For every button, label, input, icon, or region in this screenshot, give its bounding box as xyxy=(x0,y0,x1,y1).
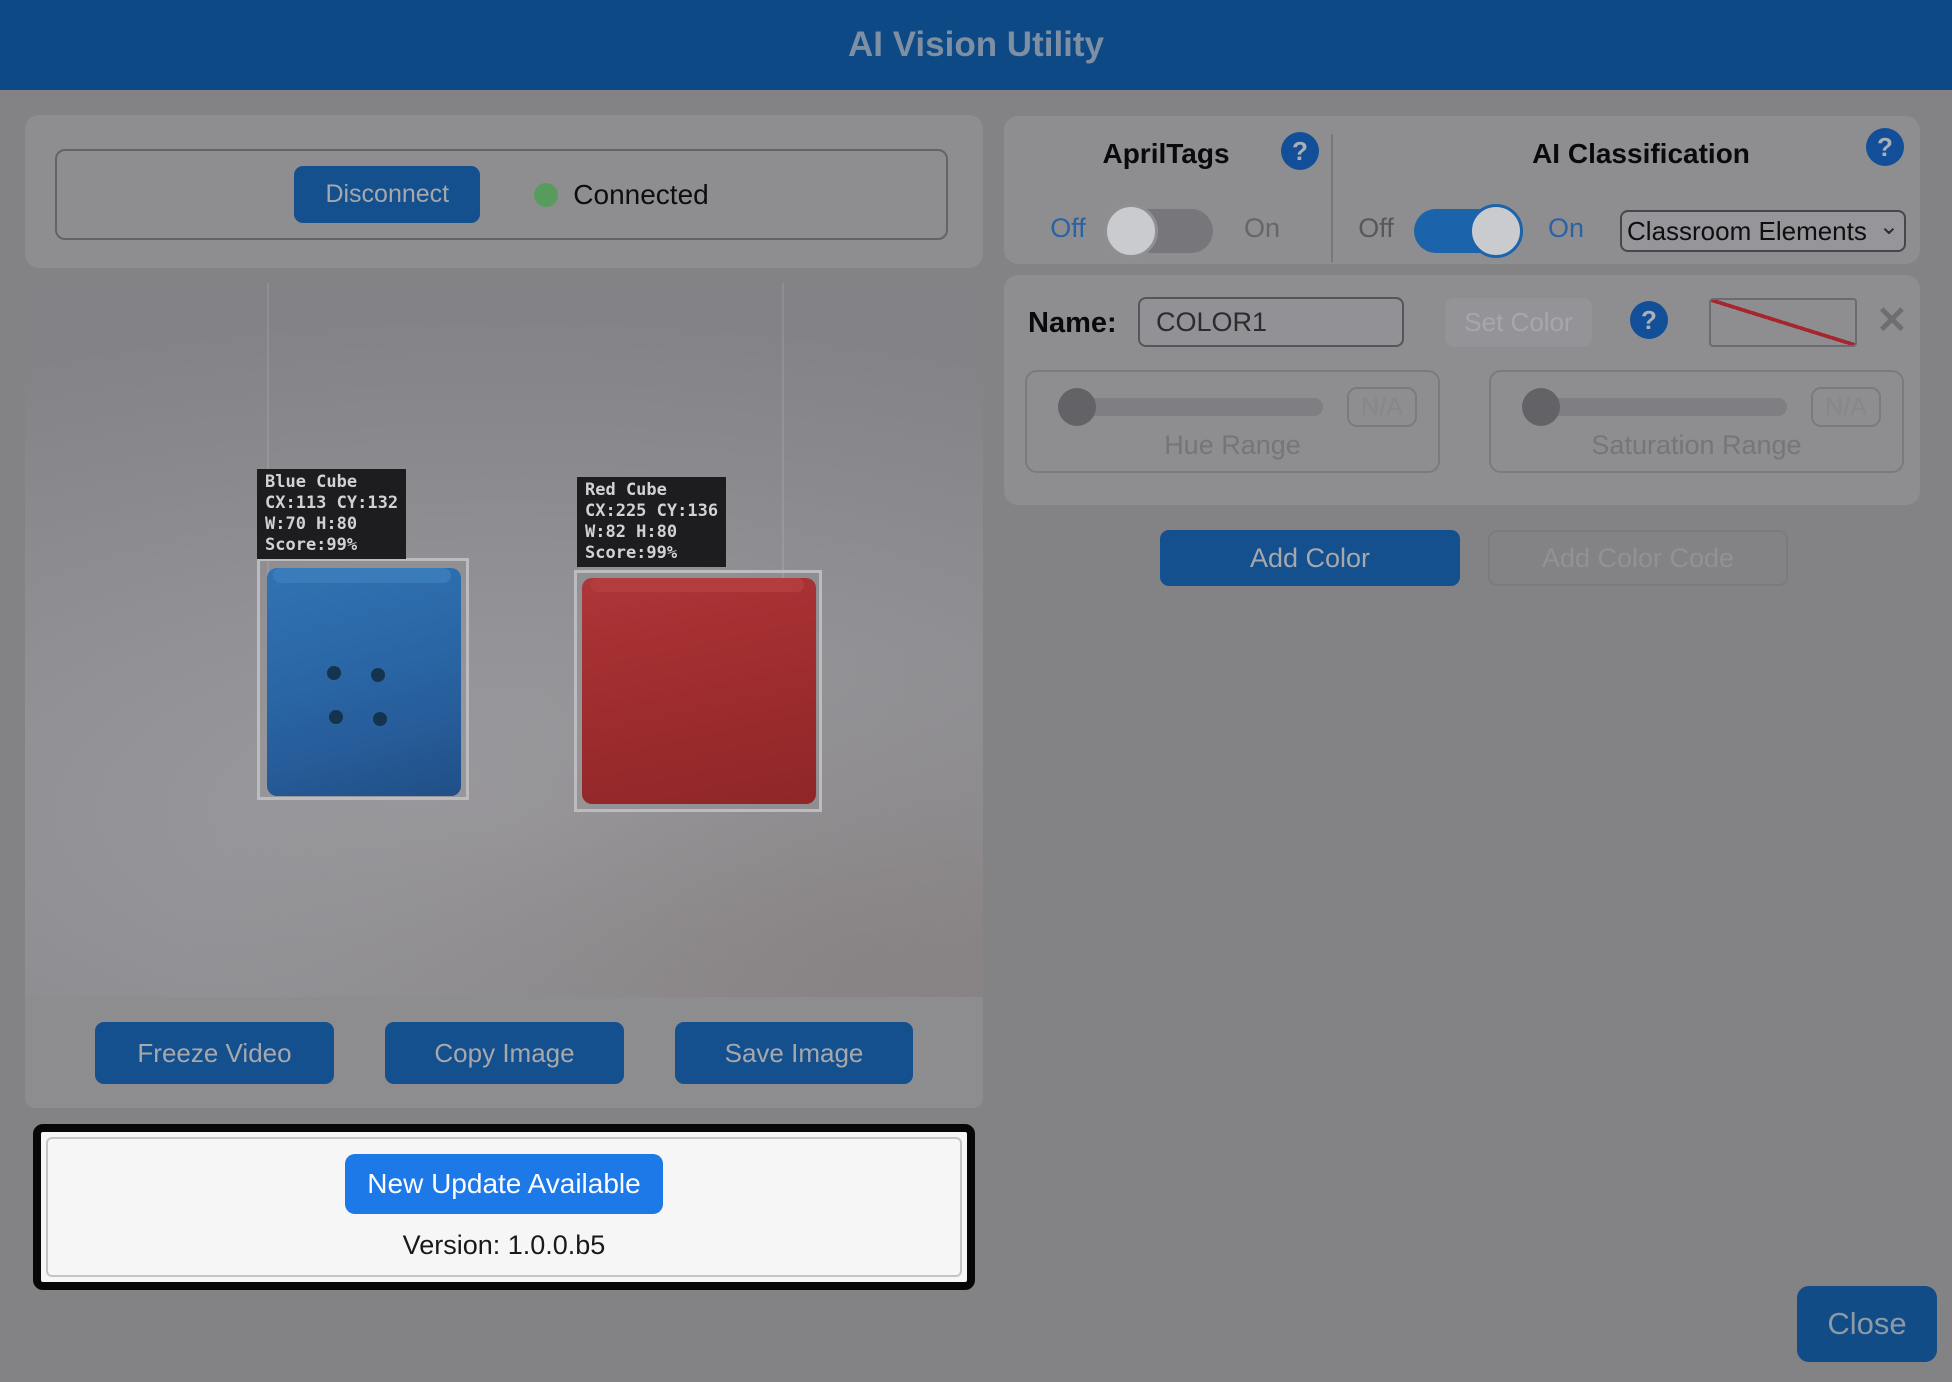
detection-score: Score:99% xyxy=(585,543,718,564)
saturation-value: N/A xyxy=(1811,387,1881,427)
toggle-knob xyxy=(1104,204,1158,258)
detection-center: CX:113 CY:132 xyxy=(265,493,398,514)
detection-size: W:82 H:80 xyxy=(585,522,718,543)
copy-image-button[interactable]: Copy Image xyxy=(385,1022,624,1084)
ai-classification-toggle[interactable] xyxy=(1414,209,1518,253)
detection-class: Blue Cube xyxy=(265,472,398,493)
camera-view[interactable]: Blue Cube CX:113 CY:132 W:70 H:80 Score:… xyxy=(25,283,983,997)
color-help-icon[interactable]: ? xyxy=(1630,301,1668,339)
toggle-knob xyxy=(1469,204,1523,258)
color-swatch[interactable] xyxy=(1709,298,1857,347)
save-image-button[interactable]: Save Image xyxy=(675,1022,913,1084)
detection-label-blue: Blue Cube CX:113 CY:132 W:70 H:80 Score:… xyxy=(257,469,406,559)
status-dot xyxy=(534,183,558,207)
ai-off-label: Off xyxy=(1336,213,1416,244)
ai-on-label: On xyxy=(1526,213,1606,244)
saturation-slider-handle[interactable] xyxy=(1522,388,1560,426)
ai-classification-title: AI Classification xyxy=(1491,138,1791,170)
set-color-button[interactable]: Set Color xyxy=(1445,298,1592,347)
version-label: Version: 1.0.0.b5 xyxy=(403,1230,606,1261)
title-bar: AI Vision Utility xyxy=(0,0,1952,90)
add-color-code-button[interactable]: Add Color Code xyxy=(1488,530,1788,586)
update-panel-inner: New Update Available Version: 1.0.0.b5 xyxy=(46,1137,962,1277)
connection-panel: Disconnect Connected xyxy=(25,115,983,268)
apriltags-help-icon[interactable]: ? xyxy=(1281,132,1319,170)
classification-model-select[interactable]: Classroom Elements ⌄ xyxy=(1620,210,1906,252)
remove-color-icon[interactable]: ✕ xyxy=(1876,297,1908,345)
apriltags-title: AprilTags xyxy=(1064,138,1268,170)
color-config-panel: Name: Set Color ? ✕ N/A Hue Range N/A Sa… xyxy=(1004,275,1920,505)
chevron-down-icon: ⌄ xyxy=(1879,222,1899,232)
hue-slider-track xyxy=(1077,398,1323,416)
detection-label-red: Red Cube CX:225 CY:136 W:82 H:80 Score:9… xyxy=(577,477,726,567)
detection-center: CX:225 CY:136 xyxy=(585,501,718,522)
page-title: AI Vision Utility xyxy=(0,0,1952,90)
detection-box-blue xyxy=(257,558,469,800)
apriltags-on-label: On xyxy=(1222,213,1302,244)
connection-status-box: Disconnect Connected xyxy=(55,149,948,240)
apriltags-toggle[interactable] xyxy=(1109,209,1213,253)
connection-status: Connected xyxy=(534,179,708,211)
detection-size: W:70 H:80 xyxy=(265,514,398,535)
close-button[interactable]: Close xyxy=(1797,1286,1937,1362)
ai-vision-utility-window: AI Vision Utility Disconnect Connected xyxy=(0,0,1952,1382)
hue-range-group: N/A Hue Range xyxy=(1025,370,1440,473)
connection-status-label: Connected xyxy=(573,179,708,211)
color-name-input[interactable] xyxy=(1138,297,1404,347)
selected-model-label: Classroom Elements xyxy=(1627,216,1867,247)
update-panel: New Update Available Version: 1.0.0.b5 xyxy=(33,1124,975,1290)
saturation-range-group: N/A Saturation Range xyxy=(1489,370,1904,473)
camera-panel: Blue Cube CX:113 CY:132 W:70 H:80 Score:… xyxy=(25,283,983,1108)
new-update-button[interactable]: New Update Available xyxy=(345,1154,663,1214)
section-divider xyxy=(1331,134,1333,262)
saturation-slider-track xyxy=(1541,398,1787,416)
hue-slider-handle[interactable] xyxy=(1058,388,1096,426)
detection-class: Red Cube xyxy=(585,480,718,501)
saturation-range-label: Saturation Range xyxy=(1491,430,1902,461)
add-color-button[interactable]: Add Color xyxy=(1160,530,1460,586)
detection-score: Score:99% xyxy=(265,535,398,556)
detection-box-red xyxy=(574,570,822,812)
ai-classification-help-icon[interactable]: ? xyxy=(1866,128,1904,166)
freeze-video-button[interactable]: Freeze Video xyxy=(95,1022,334,1084)
hue-range-label: Hue Range xyxy=(1027,430,1438,461)
hue-value: N/A xyxy=(1347,387,1417,427)
detection-settings-panel: AprilTags ? Off On AI Classification ? O… xyxy=(1004,116,1920,264)
apriltags-off-label: Off xyxy=(1028,213,1108,244)
name-label: Name: xyxy=(1028,307,1117,340)
disconnect-button[interactable]: Disconnect xyxy=(294,166,480,223)
